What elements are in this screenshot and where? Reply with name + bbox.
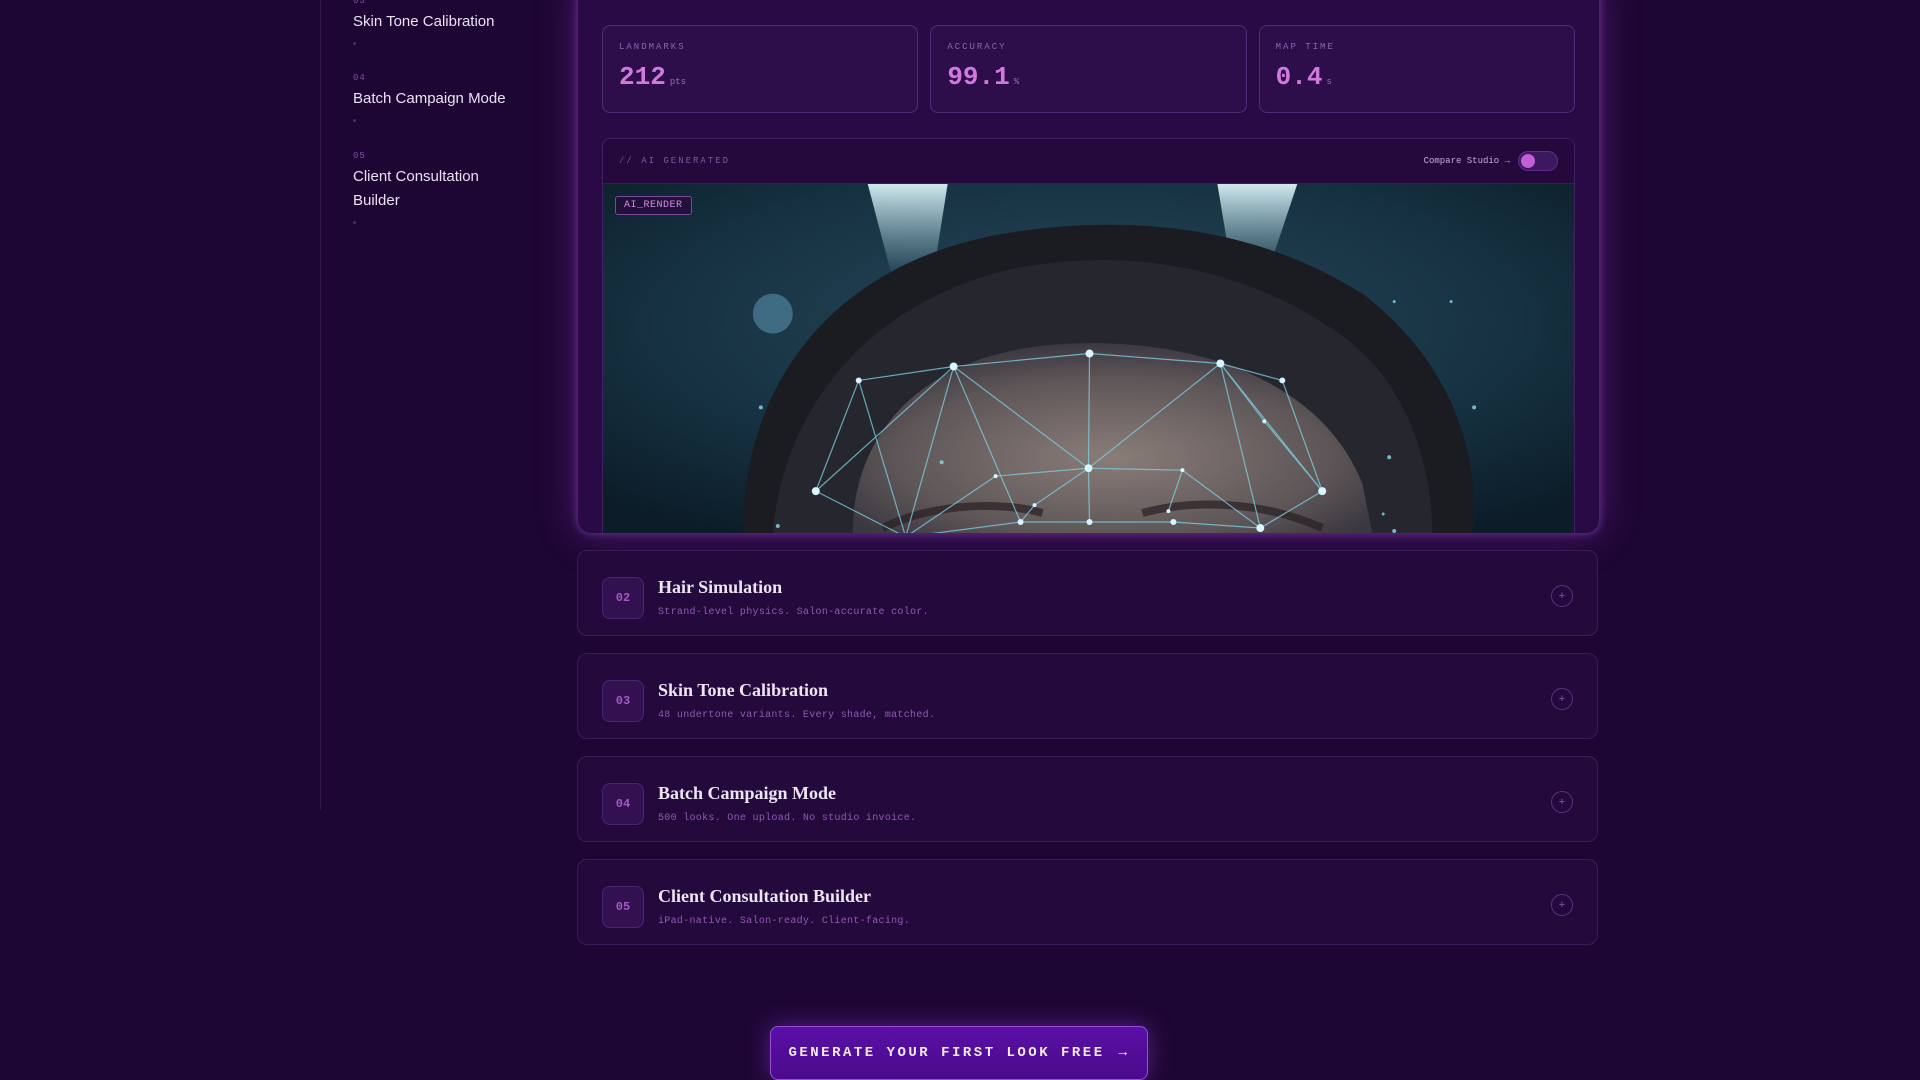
feature-title: Batch Campaign Mode <box>658 783 837 803</box>
feature-description: 48 undertone variants. Every shade, matc… <box>658 710 936 721</box>
feature-number: 04 <box>602 783 644 825</box>
sidebar-item-label: Client Consultation Builder <box>353 168 479 209</box>
generate-first-look-button[interactable]: GENERATE YOUR FIRST LOOK FREE → <box>770 1026 1148 1080</box>
arrow-right-icon: → <box>1118 1045 1130 1061</box>
feature-number: 02 <box>602 577 644 619</box>
expand-plus-icon[interactable]: + <box>1551 688 1573 710</box>
sidebar-item-dot <box>353 42 356 45</box>
expand-plus-icon[interactable]: + <box>1551 585 1573 607</box>
compare-studio-label: Compare Studio → <box>1423 156 1510 166</box>
stat-unit: pts <box>669 77 687 87</box>
feature-title: Client Consultation Builder <box>658 886 872 906</box>
stat-value: 212 <box>619 62 666 92</box>
sidebar-item-dot <box>353 119 356 122</box>
sidebar-item-skin-tone[interactable]: 03 Skin Tone Calibration <box>353 0 553 45</box>
render-viewer: // AI GENERATED Compare Studio → AI_REND… <box>602 138 1575 533</box>
feature-row-hair-simulation[interactable]: 02 Hair Simulation Strand-level physics.… <box>577 550 1598 636</box>
sidebar-item-number: 04 <box>353 73 366 83</box>
feature-row-skin-tone[interactable]: 03 Skin Tone Calibration 48 undertone va… <box>577 653 1598 739</box>
sidebar-item-number: 05 <box>353 151 366 161</box>
sidebar-item-batch-campaign[interactable]: 04 Batch Campaign Mode <box>353 73 553 122</box>
stat-value: 99.1 <box>947 62 1010 92</box>
viewer-title: // AI GENERATED <box>619 156 731 166</box>
expand-plus-icon[interactable]: + <box>1551 791 1573 813</box>
stat-card-accuracy: ACCURACY 99.1 % <box>930 25 1247 113</box>
stat-unit: % <box>1013 77 1020 87</box>
sidebar-item-dot <box>353 221 356 224</box>
feature-panel: LANDMARKS 212 pts ACCURACY 99.1 % MAP TI… <box>577 0 1600 534</box>
feature-title: Hair Simulation <box>658 577 783 597</box>
toggle-knob <box>1521 154 1535 168</box>
face-mesh-illustration <box>603 184 1574 533</box>
expand-plus-icon[interactable]: + <box>1551 894 1573 916</box>
stat-card-map-time: MAP TIME 0.4 s <box>1258 25 1575 113</box>
stat-value: 0.4 <box>1275 62 1323 92</box>
sidebar-item-label: Batch Campaign Mode <box>353 90 506 107</box>
stat-label: MAP TIME <box>1275 42 1335 52</box>
sidebar-item-number: 03 <box>353 0 366 6</box>
stat-card-landmarks: LANDMARKS 212 pts <box>602 25 919 113</box>
feature-number: 03 <box>602 680 644 722</box>
feature-description: 500 looks. One upload. No studio invoice… <box>658 813 917 824</box>
ai-render-image: AI_RENDER <box>603 184 1574 533</box>
sidebar <box>0 0 321 810</box>
viewer-header: // AI GENERATED Compare Studio → <box>603 139 1574 184</box>
feature-number: 05 <box>602 886 644 928</box>
compare-studio-toggle[interactable] <box>1518 151 1558 171</box>
sidebar-item-label: Skin Tone Calibration <box>353 13 495 30</box>
feature-title: Skin Tone Calibration <box>658 680 829 700</box>
cta-label: GENERATE YOUR FIRST LOOK FREE <box>788 1045 1105 1061</box>
sidebar-item-client-consultation[interactable]: 05 Client Consultation Builder <box>353 151 503 224</box>
feature-description: Strand-level physics. Salon-accurate col… <box>658 607 929 618</box>
stat-label: LANDMARKS <box>619 42 686 52</box>
compare-studio-control: Compare Studio → <box>1424 151 1558 171</box>
stat-unit: s <box>1326 77 1332 87</box>
feature-row-batch-campaign[interactable]: 04 Batch Campaign Mode 500 looks. One up… <box>577 756 1598 842</box>
feature-row-client-consultation[interactable]: 05 Client Consultation Builder iPad-nati… <box>577 859 1598 945</box>
feature-description: iPad-native. Salon-ready. Client-facing. <box>658 916 911 927</box>
stat-label: ACCURACY <box>947 42 1007 52</box>
stats-row: LANDMARKS 212 pts ACCURACY 99.1 % MAP TI… <box>602 25 1575 113</box>
ai-render-badge: AI_RENDER <box>615 196 692 215</box>
